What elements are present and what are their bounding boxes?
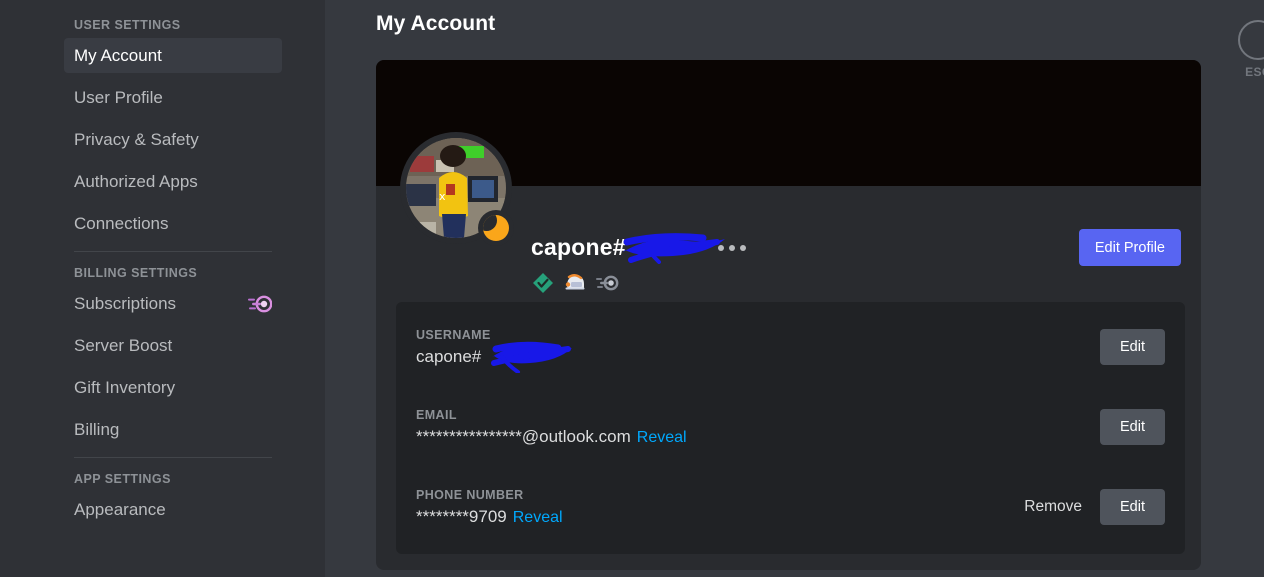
field-phone-content: PHONE NUMBER ********9709 Reveal: [416, 488, 563, 527]
sidebar-item-authorized-apps[interactable]: Authorized Apps: [64, 164, 282, 199]
sidebar-item-billing[interactable]: Billing: [64, 412, 282, 447]
more-horizontal-icon[interactable]: [717, 244, 746, 251]
field-value: ********9709 Reveal: [416, 507, 563, 527]
field-actions: Remove Edit: [1024, 489, 1165, 525]
avatar[interactable]: x: [400, 132, 514, 246]
field-email-content: EMAIL ****************@outlook.com Revea…: [416, 408, 687, 447]
profile-identity: capone#: [531, 233, 746, 294]
sidebar-inner: USER SETTINGS My Account User Profile Pr…: [64, 12, 282, 527]
sidebar-section-header-user-settings: USER SETTINGS: [74, 18, 181, 32]
account-fields-panel: USERNAME capone# Edit EMAIL ************…: [396, 302, 1185, 554]
field-actions: Edit: [1100, 329, 1165, 365]
crescent-moon-icon: [483, 215, 509, 241]
sidebar-section-header-billing-settings: BILLING SETTINGS: [74, 266, 198, 280]
field-value: ****************@outlook.com Reveal: [416, 427, 687, 447]
redaction-overlay: [623, 233, 725, 264]
edit-profile-button[interactable]: Edit Profile: [1078, 229, 1181, 266]
reveal-email-link[interactable]: Reveal: [637, 429, 687, 447]
field-label: EMAIL: [416, 407, 457, 422]
profile-header-row: x capone# Edit Profile: [376, 132, 1201, 298]
page-title: My Account: [376, 12, 496, 35]
sidebar-item-my-account[interactable]: My Account: [64, 38, 282, 73]
field-value-text: ********9709: [416, 506, 507, 526]
field-value: capone#: [416, 341, 572, 373]
sidebar-item-server-boost[interactable]: Server Boost: [64, 328, 282, 363]
redaction-overlay: [491, 341, 572, 373]
sidebar-item-subscriptions[interactable]: Subscriptions: [64, 286, 282, 321]
sidebar-item-label: Appearance: [74, 499, 166, 519]
sidebar-section-header-app-settings: APP SETTINGS: [74, 472, 171, 486]
profile-badges: [531, 272, 746, 294]
field-row-username: USERNAME capone# Edit: [416, 318, 1165, 376]
account-card: x capone# Edit Profile USERNAME capone# …: [376, 60, 1201, 570]
username-line: capone#: [531, 233, 746, 264]
esc-label: ESC: [1245, 65, 1264, 79]
sidebar-item-label: Server Boost: [74, 335, 173, 355]
field-value-text: ****************@outlook.com: [416, 426, 631, 446]
profile-username: capone#: [531, 234, 626, 260]
sidebar-item-label: User Profile: [74, 87, 163, 107]
close-settings-button[interactable]: ESC: [1234, 20, 1264, 79]
nitro-wheel-icon: [246, 295, 272, 313]
sidebar-item-appearance[interactable]: Appearance: [64, 492, 282, 527]
edit-phone-button[interactable]: Edit: [1100, 489, 1165, 525]
sidebar-item-gift-inventory[interactable]: Gift Inventory: [64, 370, 282, 405]
nitro-wheel-badge[interactable]: [595, 272, 619, 294]
field-actions: Edit: [1100, 409, 1165, 445]
field-username-content: USERNAME capone#: [416, 327, 572, 373]
settings-main-content: My Account x capone# Edit Profile USERNA…: [325, 0, 1264, 577]
sidebar-item-label: Authorized Apps: [74, 171, 198, 191]
field-value-text: capone#: [416, 346, 482, 366]
sidebar-divider: [74, 457, 272, 458]
edit-username-button[interactable]: Edit: [1100, 329, 1165, 365]
field-label: PHONE NUMBER: [416, 487, 524, 502]
edit-email-button[interactable]: Edit: [1100, 409, 1165, 445]
reveal-phone-link[interactable]: Reveal: [513, 509, 563, 527]
sidebar-item-user-profile[interactable]: User Profile: [64, 80, 282, 115]
sidebar-divider: [74, 251, 272, 252]
sidebar-item-label: Privacy & Safety: [74, 129, 199, 149]
sidebar-item-label: Billing: [74, 419, 120, 439]
sidebar-item-label: My Account: [74, 45, 162, 65]
status-badge-idle: [478, 210, 514, 246]
sidebar-item-privacy-safety[interactable]: Privacy & Safety: [64, 122, 282, 157]
field-label: USERNAME: [416, 327, 491, 342]
sidebar-item-label: Connections: [74, 213, 169, 233]
close-circle-icon: [1238, 20, 1264, 60]
helmet-badge[interactable]: [563, 272, 587, 294]
settings-sidebar: USER SETTINGS My Account User Profile Pr…: [0, 0, 325, 577]
svg-text:x: x: [439, 190, 446, 203]
sidebar-item-connections[interactable]: Connections: [64, 206, 282, 241]
verified-diamond-badge[interactable]: [531, 272, 555, 294]
field-row-phone-number: PHONE NUMBER ********9709 Reveal Remove …: [416, 478, 1165, 536]
field-row-email: EMAIL ****************@outlook.com Revea…: [416, 398, 1165, 456]
remove-phone-link[interactable]: Remove: [1024, 498, 1082, 516]
settings-window: USER SETTINGS My Account User Profile Pr…: [0, 0, 1264, 577]
sidebar-item-label: Gift Inventory: [74, 377, 176, 397]
sidebar-item-label: Subscriptions: [74, 293, 177, 313]
